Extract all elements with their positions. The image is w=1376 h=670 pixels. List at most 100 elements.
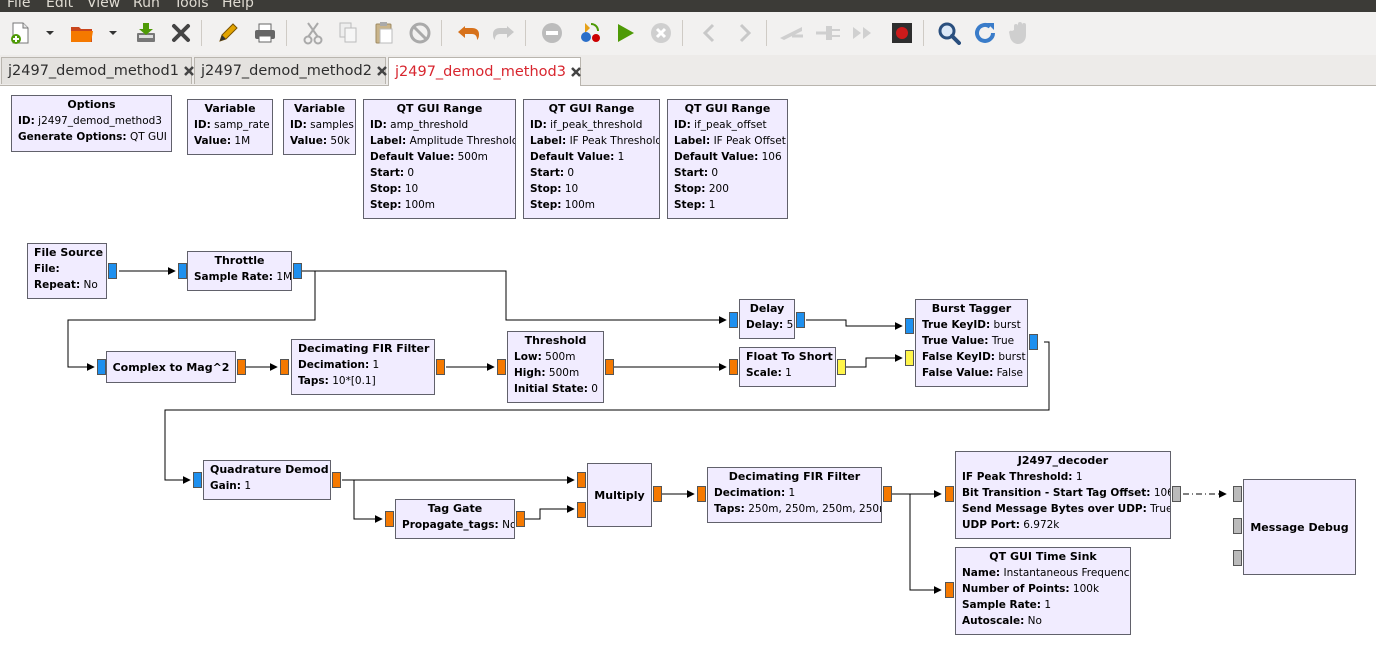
kill-process-icon[interactable] (1006, 18, 1036, 48)
block-multiply[interactable]: Multiply (587, 463, 652, 527)
block-delay[interactable]: Delay Delay: 5 (739, 299, 795, 339)
new-icon[interactable] (5, 18, 35, 48)
bypass-icon[interactable] (849, 18, 879, 48)
block-qt-gui-range-if-threshold[interactable]: QT GUI Range ID: if_peak_threshold Label… (523, 99, 660, 219)
tab-method2[interactable]: j2497_demod_method2 (194, 57, 388, 84)
connection[interactable] (909, 494, 942, 594)
output-port[interactable] (653, 486, 662, 502)
block-throttle[interactable]: Throttle Sample Rate: 1M (187, 251, 292, 291)
block-j2497-decoder[interactable]: J2497_decoder IF Peak Threshold: 1 Bit T… (955, 451, 1171, 539)
block-threshold[interactable]: Threshold Low: 500m High: 500m Initial S… (507, 331, 604, 403)
rotate-ccw-icon[interactable] (777, 18, 807, 48)
tab-method3[interactable]: j2497_demod_method3 (388, 57, 581, 86)
reload-icon[interactable] (970, 18, 1000, 48)
menu-run[interactable]: Run (133, 0, 160, 11)
param-name: False Value: (922, 367, 994, 379)
input-port[interactable] (385, 511, 394, 527)
block-qt-gui-range-amp[interactable]: QT GUI Range ID: amp_threshold Label: Am… (363, 99, 516, 219)
stop-icon[interactable] (887, 18, 917, 48)
next-icon[interactable] (730, 18, 760, 48)
output-port[interactable] (883, 486, 892, 502)
input-port[interactable] (729, 312, 738, 328)
input-port[interactable] (497, 359, 506, 375)
block-qt-gui-time-sink[interactable]: QT GUI Time Sink Name: Instantaneous Fre… (955, 547, 1131, 635)
input-port[interactable] (577, 472, 586, 488)
open-icon[interactable] (67, 18, 97, 48)
input-port[interactable] (945, 582, 954, 598)
chevron-down-icon[interactable] (106, 26, 120, 40)
message-input-port[interactable] (1233, 550, 1242, 566)
menu-help[interactable]: Help (222, 0, 254, 11)
output-port[interactable] (237, 359, 246, 375)
print-icon[interactable] (250, 18, 280, 48)
input-port[interactable] (97, 359, 106, 375)
connection[interactable] (520, 505, 575, 520)
connection[interactable] (302, 270, 727, 324)
flowgraph-canvas[interactable]: Options ID: j2497_demod_method3 Generate… (0, 86, 1376, 670)
connection[interactable] (353, 480, 383, 523)
block-tag-gate[interactable]: Tag Gate Propagate_tags: No (395, 499, 515, 539)
menu-file[interactable]: File (7, 0, 30, 11)
copy-icon[interactable] (333, 18, 363, 48)
input-port[interactable] (945, 486, 954, 502)
output-port[interactable] (837, 359, 846, 375)
input-port[interactable] (178, 263, 187, 279)
close-icon[interactable] (166, 18, 196, 48)
menu-tools[interactable]: Tools (174, 0, 209, 11)
cut-icon[interactable] (298, 18, 328, 48)
connection[interactable] (806, 319, 903, 330)
undo-icon[interactable] (453, 18, 483, 48)
output-port[interactable] (516, 511, 525, 527)
input-port[interactable] (905, 350, 914, 366)
input-port[interactable] (697, 486, 706, 502)
block-qt-gui-range-if-offset[interactable]: QT GUI Range ID: if_peak_offset Label: I… (667, 99, 788, 219)
input-port[interactable] (905, 318, 914, 334)
block-message-debug[interactable]: Message Debug (1243, 479, 1356, 575)
input-port[interactable] (729, 359, 738, 375)
output-port[interactable] (332, 472, 341, 488)
input-port[interactable] (577, 502, 586, 518)
input-port[interactable] (280, 359, 289, 375)
connection[interactable] (846, 354, 903, 368)
block-variable-samp-rate[interactable]: Variable ID: samp_rate Value: 1M (187, 99, 273, 155)
block-quadrature-demod[interactable]: Quadrature Demod Gain: 1 (203, 460, 331, 500)
disable-icon[interactable] (537, 18, 567, 48)
redo-icon[interactable] (489, 18, 519, 48)
output-port[interactable] (796, 312, 805, 328)
output-port[interactable] (436, 359, 445, 375)
param-value: samples (310, 119, 354, 131)
output-port[interactable] (108, 263, 117, 279)
tab-label: j2497_demod_method2 (201, 63, 372, 79)
block-complex-to-mag2[interactable]: Complex to Mag^2 (106, 351, 236, 383)
find-icon[interactable] (934, 18, 964, 48)
message-input-port[interactable] (1233, 518, 1242, 534)
save-icon[interactable] (131, 18, 161, 48)
output-port[interactable] (605, 359, 614, 375)
block-decimating-fir-filter-2[interactable]: Decimating FIR Filter Decimation: 1 Taps… (707, 467, 882, 523)
paste-icon[interactable] (369, 18, 399, 48)
delete-icon[interactable] (405, 18, 435, 48)
message-output-port[interactable] (1172, 486, 1181, 502)
kill-icon[interactable] (646, 18, 676, 48)
edit-icon[interactable] (213, 18, 243, 48)
message-input-port[interactable] (1233, 486, 1242, 502)
rotate-cw-icon[interactable] (813, 18, 843, 48)
tab-method1[interactable]: j2497_demod_method1 (1, 57, 194, 84)
block-options[interactable]: Options ID: j2497_demod_method3 Generate… (11, 95, 172, 152)
input-port[interactable] (193, 472, 202, 488)
block-decimating-fir-filter-1[interactable]: Decimating FIR Filter Decimation: 1 Taps… (291, 339, 435, 395)
block-burst-tagger[interactable]: Burst Tagger True KeyID: burst True Valu… (915, 299, 1028, 387)
menu-edit[interactable]: Edit (46, 0, 73, 11)
previous-icon[interactable] (694, 18, 724, 48)
output-port[interactable] (293, 263, 302, 279)
output-port[interactable] (1029, 334, 1038, 350)
block-file-source[interactable]: File Source File: Repeat: No (27, 243, 107, 299)
execute-icon[interactable] (610, 18, 640, 48)
menu-view[interactable]: View (87, 0, 120, 11)
chevron-down-icon[interactable] (43, 26, 57, 40)
block-variable-samples[interactable]: Variable ID: samples Value: 50k (283, 99, 356, 155)
generate-icon[interactable] (575, 18, 605, 48)
block-float-to-short[interactable]: Float To Short Scale: 1 (739, 347, 836, 387)
close-icon[interactable] (376, 64, 388, 78)
close-icon[interactable] (570, 65, 582, 79)
